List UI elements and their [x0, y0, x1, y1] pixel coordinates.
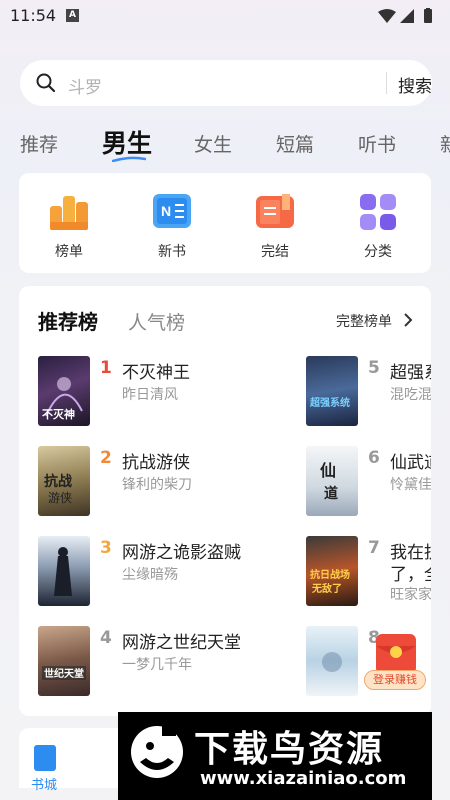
watermark-banner: 下载鸟资源 www.xiazainiao.com: [118, 712, 432, 800]
book-item[interactable]: 3 网游之诡影盗贼 尘缘暗殇: [38, 536, 298, 608]
book-title: 抗战游侠: [122, 453, 190, 473]
book-author: 旺家家: [390, 587, 431, 603]
svg-text:道: 道: [324, 485, 338, 502]
svg-text:不灭神: 不灭神: [42, 407, 75, 421]
bird-logo-icon: [131, 726, 183, 778]
svg-text:超强系统: 超强系统: [309, 396, 350, 409]
book-author: 昨日清风: [122, 387, 178, 403]
book-title: 网游之世纪天堂: [122, 633, 241, 653]
book-author: 锋利的柴刀: [122, 477, 192, 493]
chevron-right-icon: [404, 313, 413, 327]
rank-number: 1: [100, 358, 112, 378]
book-author: 混吃混: [390, 387, 431, 403]
book-cover: [306, 626, 358, 696]
rank-number: 6: [368, 448, 380, 468]
quick-link-ranking[interactable]: 榜单: [19, 173, 119, 273]
tab-active-indicator: [112, 156, 146, 162]
book-item[interactable]: 世纪天堂 4 网游之世纪天堂 一梦几千年: [38, 626, 298, 698]
book-item[interactable]: 不灭神 1 不灭神王 昨日清风: [38, 356, 298, 428]
rank-number: 7: [368, 538, 380, 558]
svg-text:N: N: [161, 203, 171, 219]
svg-text:抗日战场: 抗日战场: [310, 568, 350, 581]
quick-link-label: 榜单: [55, 244, 83, 260]
watermark-title: 下载鸟资源: [194, 729, 385, 770]
category-grid-icon: [360, 194, 396, 230]
tab-new[interactable]: 新: [440, 130, 450, 157]
book-cover: 不灭神: [38, 356, 90, 426]
search-bar[interactable]: 斗罗 搜索: [20, 60, 432, 106]
book-author: 尘缘暗殇: [122, 567, 178, 583]
book-author: 一梦几千年: [122, 657, 192, 673]
new-book-icon: N: [153, 194, 191, 228]
book-title-line2: 了，全: [390, 565, 431, 585]
finished-book-icon: [256, 194, 294, 228]
svg-text:世纪天堂: 世纪天堂: [44, 667, 84, 680]
status-time: 11:54: [10, 6, 57, 25]
quick-link-categories[interactable]: 分类: [328, 173, 428, 273]
trophy-icon: [50, 196, 88, 230]
svg-text:抗战: 抗战: [44, 473, 72, 490]
book-cover: [38, 536, 90, 606]
rank-number: 5: [368, 358, 380, 378]
search-button[interactable]: 搜索: [398, 72, 432, 97]
status-bar: 11:54 A: [0, 0, 450, 32]
quick-link-new-books[interactable]: N 新书: [122, 173, 222, 273]
rank-number: 4: [100, 628, 112, 648]
search-input[interactable]: 斗罗: [68, 73, 102, 98]
book-cover: 世纪天堂: [38, 626, 90, 696]
book-cover: 仙道: [306, 446, 358, 516]
book-item[interactable]: 抗战 游侠 2 抗战游侠 锋利的柴刀: [38, 446, 298, 518]
search-divider: [386, 72, 387, 94]
quick-link-label: 完结: [261, 244, 289, 260]
category-tabs: 推荐 男生 女生 短篇 听书 新: [0, 118, 450, 164]
tab-short[interactable]: 短篇: [276, 130, 314, 157]
svg-text:游侠: 游侠: [48, 491, 72, 505]
search-icon: [36, 73, 56, 97]
book-item[interactable]: 仙道 6 仙武道 怜黛佳: [306, 446, 431, 518]
book-cover: 抗日战场 无敌了: [306, 536, 358, 606]
login-earn-button[interactable]: 登录赚钱: [364, 670, 426, 690]
svg-text:仙: 仙: [320, 461, 336, 480]
tab-audio[interactable]: 听书: [358, 130, 396, 157]
tab-recommend[interactable]: 推荐: [20, 130, 58, 157]
svg-text:无敌了: 无敌了: [311, 582, 342, 595]
bookstore-icon[interactable]: [34, 745, 56, 771]
quick-link-label: 分类: [364, 244, 392, 260]
rank-number: 2: [100, 448, 112, 468]
book-cover: 抗战 游侠: [38, 446, 90, 516]
tab-recommend-ranking[interactable]: 推荐榜: [38, 306, 98, 335]
book-title: 超强系: [390, 363, 431, 383]
nav-bookstore[interactable]: 书城: [31, 774, 57, 793]
tab-popular-ranking[interactable]: 人气榜: [128, 308, 185, 335]
full-list-link[interactable]: 完整榜单: [336, 311, 392, 331]
book-title: 不灭神王: [122, 363, 190, 383]
tab-female[interactable]: 女生: [194, 130, 232, 157]
book-item[interactable]: 超强系统 5 超强系 混吃混: [306, 356, 431, 428]
book-title: 仙武道: [390, 453, 431, 473]
status-icons: [378, 8, 438, 28]
tab-male[interactable]: 男生: [102, 124, 152, 160]
book-item[interactable]: 抗日战场无敌了 7 我在抗 了，全 旺家家: [306, 536, 431, 608]
quick-links-card: 榜单 N 新书 完结 分类: [19, 173, 431, 273]
accessibility-icon: A: [66, 9, 79, 22]
watermark-url: www.xiazainiao.com: [200, 768, 407, 789]
quick-link-finished[interactable]: 完结: [225, 173, 325, 273]
book-cover: 超强系统: [306, 356, 358, 426]
quick-link-label: 新书: [158, 244, 186, 260]
book-author: 怜黛佳: [390, 477, 431, 493]
rank-number: 3: [100, 538, 112, 558]
book-title: 网游之诡影盗贼: [122, 543, 241, 563]
